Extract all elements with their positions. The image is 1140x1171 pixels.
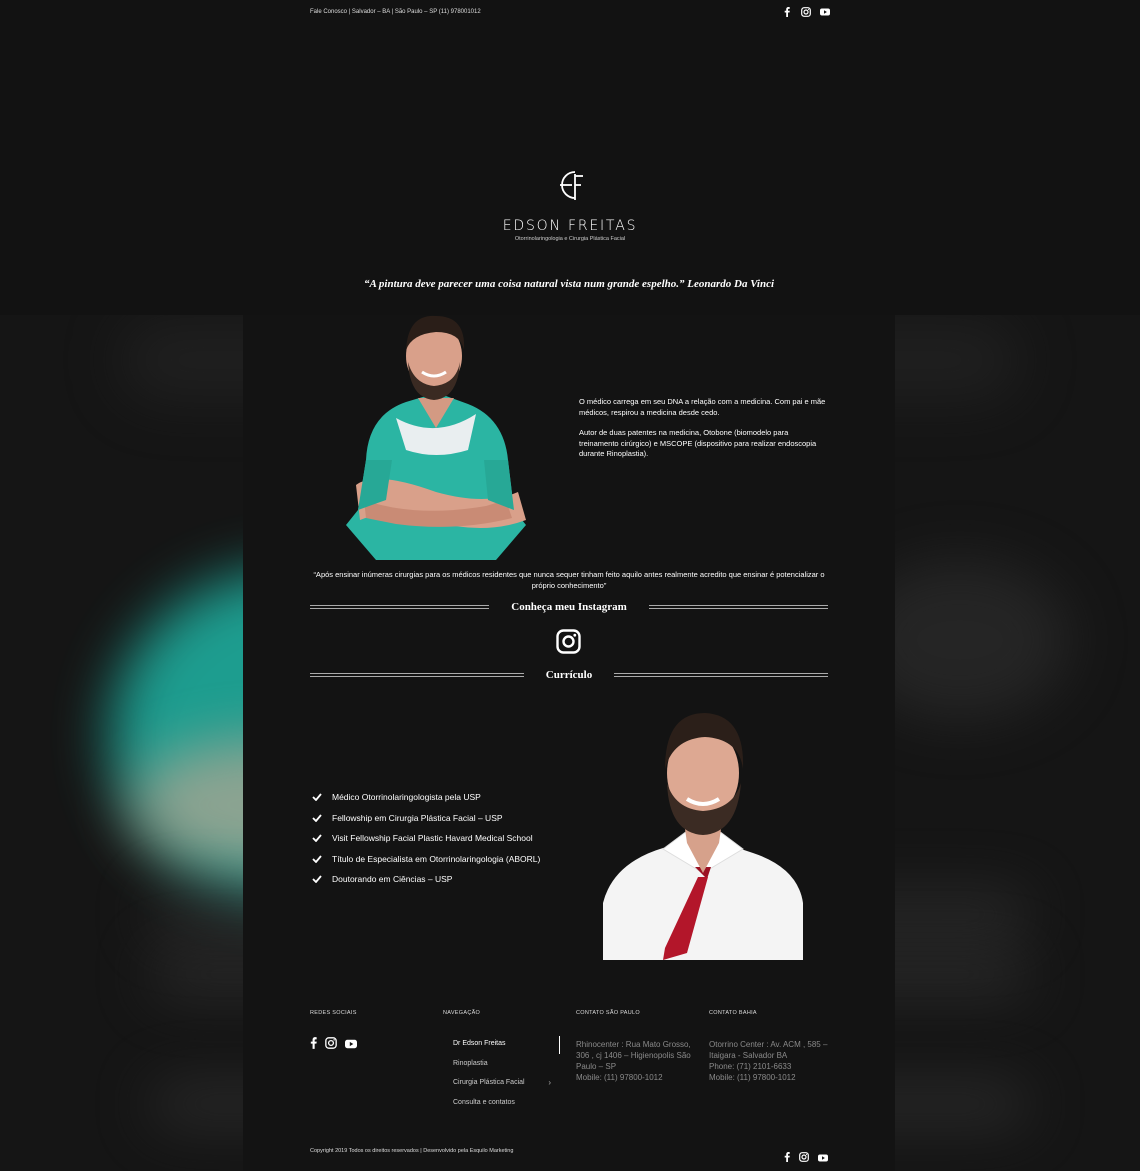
ba-phone: Phone: (71) 2101-6633 [709, 1062, 792, 1071]
nav-link-rinoplastia[interactable]: Rinoplastia [453, 1060, 543, 1080]
facebook-icon[interactable] [782, 7, 792, 17]
check-icon [312, 855, 324, 863]
chevron-right-icon: › [548, 1078, 551, 1087]
curriculum-item: Visit Fellowship Facial Plastic Havard M… [312, 828, 540, 849]
nav-link-label: Cirurgia Plástica Facial [453, 1079, 525, 1086]
footer-sp-contact-column: CONTATO SÃO PAULO Rhinocenter : Rua Mato… [576, 1010, 696, 1083]
about-paragraph: O médico carrega em seu DNA a relação co… [579, 397, 826, 417]
footer-nav: Dr Edson Freitas Rinoplastia Cirurgia Pl… [443, 1040, 551, 1119]
facebook-icon[interactable] [310, 1036, 317, 1054]
nav-link-dr-edson-freitas[interactable]: Dr Edson Freitas [453, 1040, 543, 1060]
brand-name: EDSON FREITAS [502, 218, 638, 234]
youtube-icon[interactable] [345, 1036, 357, 1054]
curriculum-item-text: Título de Especialista em Otorrinolaring… [332, 853, 541, 864]
about-text: O médico carrega em seu DNA a relação co… [579, 397, 829, 460]
curriculum-item: Fellowship em Cirurgia Plástica Facial –… [312, 808, 540, 829]
instagram-icon[interactable] [325, 1036, 337, 1054]
footer-heading: CONTATO SÃO PAULO [576, 1010, 640, 1016]
curriculum-section-title: Currículo [545, 669, 593, 681]
divider [614, 673, 829, 677]
check-icon [312, 834, 324, 843]
check-icon [312, 875, 324, 884]
curriculum-item-text: Visit Fellowship Facial Plastic Havard M… [332, 833, 533, 844]
about-paragraph: Autor de duas patentes na medicina, Otob… [579, 428, 817, 458]
ba-contact-text: Otorrino Center : Av. ACM , 585 – Itaiga… [709, 1039, 829, 1083]
footer-nav-column: NAVEGAÇÃO Dr Edson Freitas Rinoplastia C… [443, 1010, 560, 1119]
instagram-icon[interactable] [556, 629, 581, 654]
hero-quote: “A pintura deve parecer uma coisa natura… [363, 278, 775, 290]
instagram-section-title: Conheça meu Instagram [511, 601, 627, 613]
sp-mobile: Mobile: (11) 97800-1012 [576, 1073, 663, 1082]
contact-info: Fale Conosco | Salvador – BA | São Paulo… [310, 9, 481, 15]
youtube-icon[interactable] [820, 7, 830, 17]
doctor-portrait-photo [603, 703, 803, 960]
facebook-icon[interactable] [784, 1149, 790, 1167]
footer-ba-contact-column: CONTATO BAHIA Otorrino Center : Av. ACM … [709, 1010, 829, 1083]
sp-contact-text: Rhinocenter : Rua Mato Grosso, 306 , cj … [576, 1039, 696, 1083]
sp-address: Rhinocenter : Rua Mato Grosso, 306 , cj … [576, 1040, 691, 1071]
ba-address: Otorrino Center : Av. ACM , 585 – Itaiga… [709, 1040, 828, 1060]
instagram-section-header: Conheça meu Instagram [310, 601, 828, 613]
footer-heading: REDES SOCIAIS [310, 1010, 357, 1016]
ba-mobile: Mobile: (11) 97800-1012 [709, 1073, 796, 1082]
brand-logo[interactable]: EDSON FREITAS Otorrinolaringologia e Cir… [498, 168, 642, 242]
curriculum-item-text: Doutorando em Ciências – USP [332, 874, 453, 885]
divider [648, 605, 828, 609]
curriculum-item: Doutorando em Ciências – USP [312, 869, 540, 890]
active-indicator [559, 1036, 560, 1054]
footer: REDES SOCIAIS NAVEGAÇÃO Dr Edson Freitas… [310, 1010, 830, 1120]
curriculum-item-text: Médico Otorrinolaringologista pela USP [332, 792, 481, 803]
youtube-icon[interactable] [818, 1149, 828, 1167]
nav-link-consulta-e-contatos[interactable]: Consulta e contatos [453, 1099, 543, 1119]
bottom-social-links [784, 1149, 828, 1167]
monogram-logo-icon [555, 168, 585, 204]
curriculum-list: Médico Otorrinolaringologista pela USP F… [312, 787, 540, 890]
footer-heading: CONTATO BAHIA [709, 1010, 757, 1016]
curriculum-item: Médico Otorrinolaringologista pela USP [312, 787, 540, 808]
doctor-scrubs-photo [336, 310, 536, 560]
top-social-links [782, 7, 830, 17]
header-area [0, 0, 1140, 315]
divider [310, 605, 490, 609]
copyright-text: Copyright 2019 Todos os direitos reserva… [310, 1148, 514, 1154]
top-bar: Fale Conosco | Salvador – BA | São Paulo… [310, 6, 830, 18]
check-icon [312, 793, 324, 802]
footer-social-column: REDES SOCIAIS [310, 1010, 357, 1054]
nav-link-cirurgia-plastica-facial[interactable]: Cirurgia Plástica Facial › [453, 1078, 551, 1099]
brand-subtitle: Otorrinolaringologia e Cirurgia Plástica… [514, 236, 626, 242]
instagram-icon[interactable] [799, 1149, 809, 1167]
instagram-icon[interactable] [801, 7, 811, 17]
divider [310, 673, 524, 677]
check-icon [312, 814, 324, 822]
teaching-quote: “Após ensinar inúmeras cirurgias para os… [313, 570, 825, 590]
curriculum-item: Título de Especialista em Otorrinolaring… [312, 849, 540, 870]
curriculum-section-header: Currículo [310, 669, 829, 681]
footer-heading: NAVEGAÇÃO [443, 1010, 481, 1016]
footer-social-links [310, 1036, 357, 1054]
curriculum-item-text: Fellowship em Cirurgia Plástica Facial –… [332, 812, 503, 823]
